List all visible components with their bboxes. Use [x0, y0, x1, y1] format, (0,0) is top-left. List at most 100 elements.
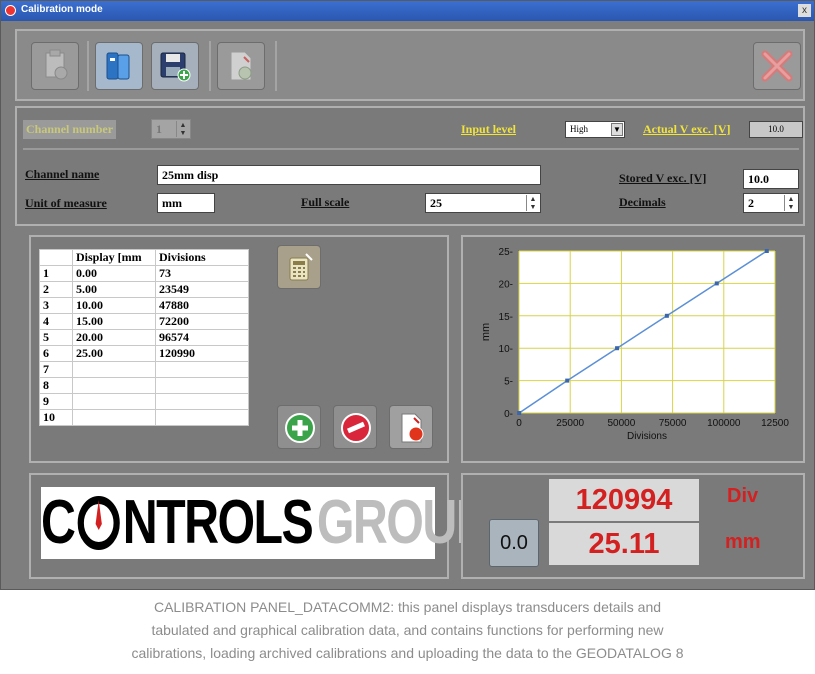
channel-name-field[interactable]: 25mm disp	[157, 165, 541, 185]
calculator-button[interactable]	[277, 245, 321, 289]
archive-folder-icon	[106, 52, 130, 80]
full-scale-stepper[interactable]: 25 ▲ ▼	[425, 193, 541, 213]
load-archive-button[interactable]	[95, 42, 143, 90]
data-point	[664, 313, 669, 318]
display-cell[interactable]	[72, 361, 156, 378]
decimals-label: Decimals	[619, 195, 666, 209]
divisions-unit: Div	[727, 485, 759, 507]
input-level-value: High	[570, 124, 588, 134]
row-index: 8	[39, 377, 73, 394]
divisions-cell[interactable]: 47880	[155, 297, 249, 314]
table-header-row: Display [mm Divisions	[39, 249, 249, 266]
data-point	[517, 411, 522, 415]
table-row[interactable]: 2 5.00 23549	[39, 281, 249, 298]
stepper-arrows-icon[interactable]: ▲ ▼	[176, 121, 189, 137]
display-cell[interactable]: 20.00	[72, 329, 156, 346]
logo-panel: C NTROLS GROUP	[29, 473, 488, 579]
divisions-cell[interactable]	[155, 393, 249, 410]
row-index: 5	[39, 329, 73, 346]
measure-readout: 25.11	[549, 523, 699, 565]
clear-table-button[interactable]	[389, 405, 433, 449]
display-cell[interactable]: 0.00	[72, 265, 156, 282]
divisions-cell[interactable]: 120990	[155, 345, 249, 362]
row-index: 10	[39, 409, 73, 426]
display-cell[interactable]: 15.00	[72, 313, 156, 330]
data-point	[764, 249, 769, 253]
column-header	[39, 249, 73, 266]
channel-number-value: 1	[156, 122, 162, 136]
caption-line: CALIBRATION PANEL_DATACOMM2: this panel …	[153, 599, 662, 615]
display-cell[interactable]	[72, 377, 156, 394]
x-tick-label: 0	[516, 418, 522, 429]
table-row[interactable]: 6 25.00 120990	[39, 345, 249, 362]
table-row[interactable]: 7	[39, 361, 249, 378]
minus-circle-icon	[341, 413, 371, 443]
full-scale-value: 25	[430, 196, 442, 210]
decimals-value: 2	[748, 196, 754, 210]
zero-button[interactable]: 0.0	[489, 519, 539, 567]
logo-wordmark: C NTROLS GROUP	[41, 491, 488, 555]
x-axis-label: Divisions	[627, 431, 667, 442]
stored-vexc-field[interactable]: 10.0	[743, 169, 799, 189]
table-row[interactable]: 5 20.00 96574	[39, 329, 249, 346]
calibration-chart: 0 25000 50000 75000 100000 12500 0- 5- 10- 15- 20-…	[480, 247, 789, 442]
title-bar: Calibration mode x	[1, 1, 814, 21]
table-row[interactable]: 10	[39, 409, 249, 426]
display-cell[interactable]	[72, 393, 156, 410]
row-index: 6	[39, 345, 73, 362]
chevron-down-icon[interactable]: ▼	[611, 123, 623, 136]
save-disk-icon	[160, 52, 191, 82]
channel-number-stepper[interactable]: 1 ▲ ▼	[151, 119, 191, 139]
upload-button[interactable]	[217, 42, 265, 90]
display-cell[interactable]: 25.00	[72, 345, 156, 362]
table-row[interactable]: 8	[39, 377, 249, 394]
data-point	[714, 281, 719, 286]
caption-line: tabulated and graphical calibration data…	[151, 622, 664, 638]
x-tick-label: 12500	[761, 418, 789, 429]
plus-circle-icon	[285, 413, 315, 443]
table-row[interactable]: 3 10.00 47880	[39, 297, 249, 314]
new-calibration-button[interactable]	[31, 42, 79, 90]
stepper-arrows-icon[interactable]: ▲ ▼	[526, 195, 539, 211]
row-index: 4	[39, 313, 73, 330]
divider	[23, 148, 799, 150]
divisions-cell[interactable]: 72200	[155, 313, 249, 330]
gauge-icon	[76, 494, 121, 552]
input-level-select[interactable]: High ▼	[565, 121, 625, 138]
table-row[interactable]: 4 15.00 72200	[39, 313, 249, 330]
controls-group-logo: C NTROLS GROUP	[41, 487, 488, 559]
window-close-button[interactable]: x	[798, 4, 811, 17]
divisions-cell[interactable]: 23549	[155, 281, 249, 298]
exit-button[interactable]	[753, 42, 801, 90]
divisions-cell[interactable]	[155, 409, 249, 426]
divisions-cell[interactable]	[155, 377, 249, 394]
unit-of-measure-field[interactable]: mm	[157, 193, 215, 213]
channel-parameters-panel: Channel number 1 ▲ ▼ Input level High ▼ A…	[15, 106, 805, 226]
stepper-arrows-icon[interactable]: ▲ ▼	[784, 195, 797, 211]
row-index: 7	[39, 361, 73, 378]
display-cell[interactable]: 10.00	[72, 297, 156, 314]
y-tick-label: 15-	[499, 312, 513, 323]
live-readout-panel: 0.0 120994 Div 25.11 mm	[461, 473, 805, 579]
delete-point-button[interactable]	[333, 405, 377, 449]
toolbar-separator	[275, 41, 277, 91]
plot-area	[518, 250, 776, 414]
display-cell[interactable]	[72, 409, 156, 426]
table-row[interactable]: 9	[39, 393, 249, 410]
y-tick-label: 20-	[499, 279, 513, 290]
save-button[interactable]	[151, 42, 199, 90]
display-cell[interactable]: 5.00	[72, 281, 156, 298]
data-point	[565, 378, 570, 383]
divisions-cell[interactable]: 73	[155, 265, 249, 282]
table-row[interactable]: 1 0.00 73	[39, 265, 249, 282]
x-tick-label: 75000	[659, 418, 687, 429]
divisions-cell[interactable]: 96574	[155, 329, 249, 346]
calibration-table[interactable]: Display [mm Divisions 1 0.00 73 2 5.00 23549…	[39, 249, 249, 426]
row-index: 3	[39, 297, 73, 314]
y-tick-label: 10-	[499, 344, 513, 355]
divisions-cell[interactable]	[155, 361, 249, 378]
add-point-button[interactable]	[277, 405, 321, 449]
calibration-table-panel: Display [mm Divisions 1 0.00 73 2 5.00 23549…	[29, 235, 449, 463]
data-point	[615, 346, 620, 351]
decimals-stepper[interactable]: 2 ▲ ▼	[743, 193, 799, 213]
